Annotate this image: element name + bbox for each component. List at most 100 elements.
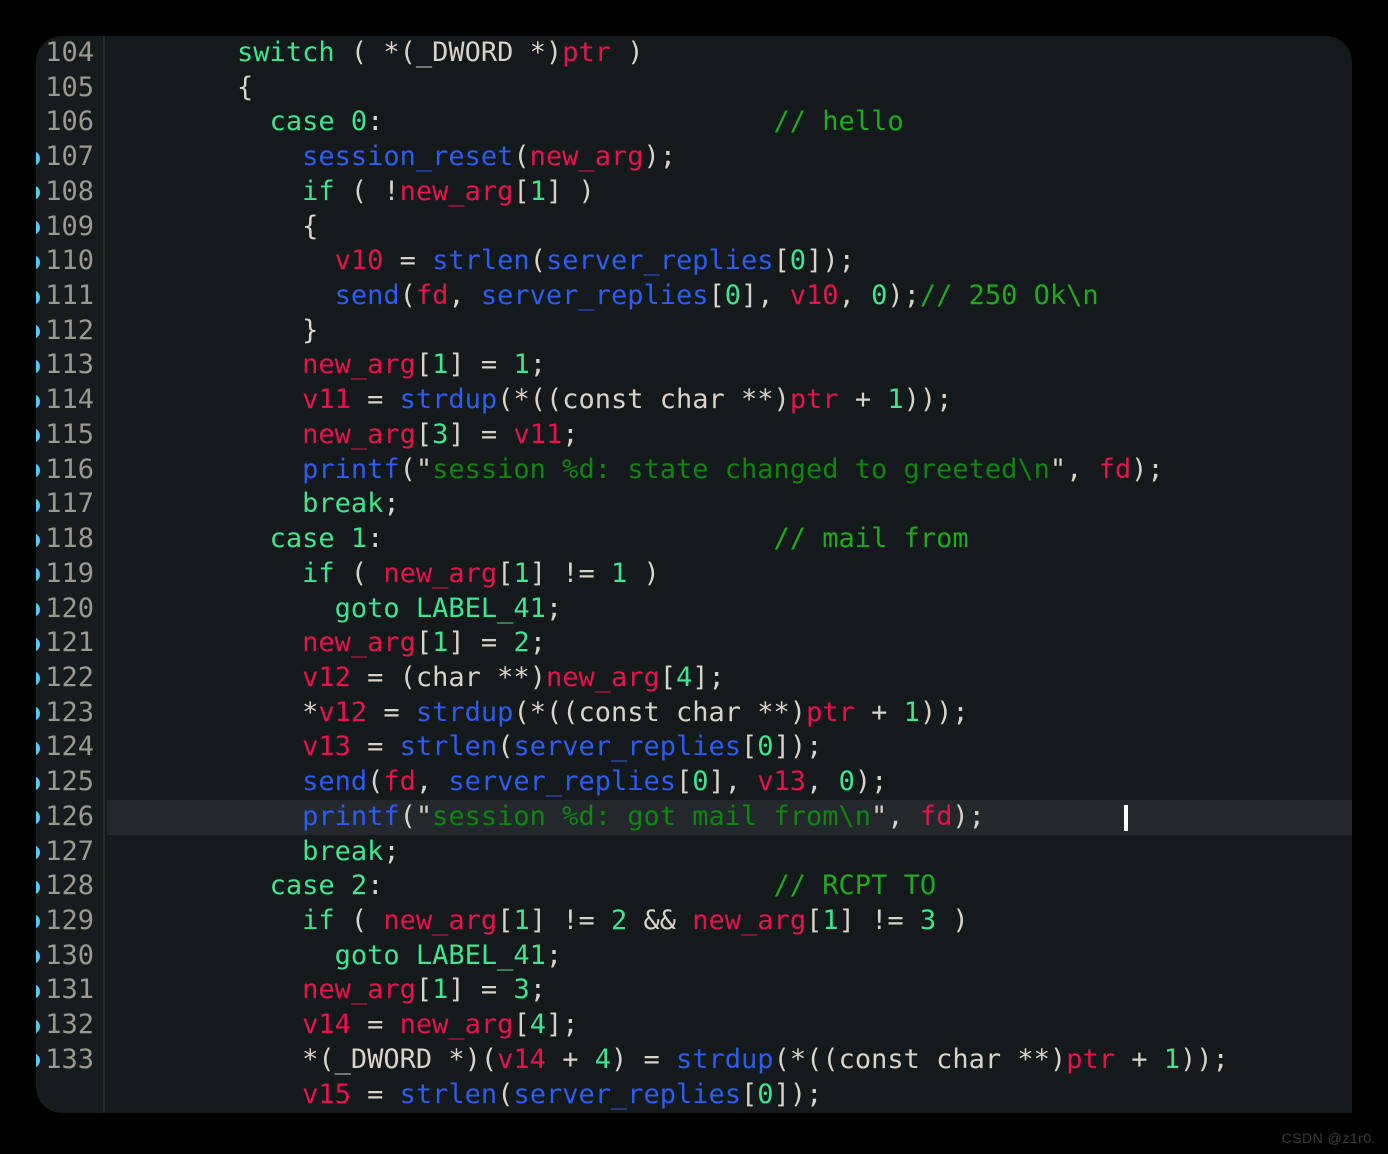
code-token-num: 0 bbox=[692, 766, 709, 798]
code-line[interactable]: session_reset(new_arg); bbox=[107, 140, 1352, 175]
gutter-row[interactable] bbox=[36, 1078, 103, 1113]
code-token-pun bbox=[107, 870, 270, 901]
gutter-row[interactable]: 106 bbox=[36, 105, 103, 140]
gutter-row[interactable]: 129 bbox=[36, 904, 103, 939]
gutter-row[interactable]: 108 bbox=[36, 175, 103, 210]
code-line[interactable]: *v12 = strdup(*((const char **)ptr + 1))… bbox=[107, 696, 1352, 731]
gutter-row[interactable]: 126 bbox=[36, 800, 103, 835]
gutter-row[interactable]: 130 bbox=[36, 939, 103, 974]
gutter-row[interactable]: 116 bbox=[36, 453, 103, 488]
code-line[interactable]: break; bbox=[107, 487, 1352, 522]
code-line[interactable]: goto LABEL_41; bbox=[107, 939, 1352, 974]
line-number: 133 bbox=[45, 1043, 94, 1075]
code-token-pun: = bbox=[383, 245, 433, 277]
gutter-row[interactable]: 128 bbox=[36, 869, 103, 904]
gutter-row[interactable]: 133 bbox=[36, 1043, 103, 1078]
code-line[interactable]: if ( new_arg[1] != 1 ) bbox=[107, 557, 1352, 592]
code-line-active[interactable]: printf("session %d: got mail from\n", fd… bbox=[107, 799, 1352, 835]
code-line[interactable]: if ( new_arg[1] != 2 && new_arg[1] != 3 … bbox=[107, 904, 1352, 939]
code-line[interactable]: goto LABEL_41; bbox=[107, 592, 1352, 627]
code-line[interactable]: { bbox=[107, 210, 1352, 245]
code-line[interactable]: case 1: // mail from bbox=[107, 522, 1352, 557]
code-content-area[interactable]: switch ( *(_DWORD *)ptr ) { case 0: // h… bbox=[107, 36, 1352, 1113]
line-number bbox=[36, 1078, 94, 1113]
code-token-var: v10 bbox=[789, 280, 839, 312]
watermark-label: CSDN @z1r0. bbox=[1281, 1130, 1376, 1146]
gutter-row[interactable]: 104 bbox=[36, 36, 103, 71]
code-line[interactable]: v11 = strdup(*((const char **)ptr + 1)); bbox=[107, 383, 1352, 418]
code-token-str: session %d: got mail from\n bbox=[432, 800, 872, 832]
code-line[interactable]: break; bbox=[107, 835, 1352, 870]
code-line[interactable]: new_arg[1] = 1; bbox=[107, 348, 1352, 383]
code-token-pun: ( bbox=[497, 1078, 514, 1110]
gutter-row[interactable]: 124 bbox=[36, 730, 103, 765]
code-line[interactable]: *(_DWORD *)(v14 + 4) = strdup(*((const c… bbox=[107, 1043, 1352, 1078]
code-editor-panel[interactable]: 104 105 106 107 108 109 110 111 112 113 114 115 116 1… bbox=[36, 36, 1352, 1113]
code-token-pun: = bbox=[350, 1009, 400, 1041]
gutter-row[interactable]: 120 bbox=[36, 592, 103, 627]
gutter-row[interactable]: 122 bbox=[36, 661, 103, 696]
code-line[interactable]: } bbox=[107, 314, 1352, 349]
line-number: 124 bbox=[45, 731, 94, 763]
code-line[interactable]: switch ( *(_DWORD *)ptr ) bbox=[107, 36, 1352, 71]
gutter-row[interactable]: 114 bbox=[36, 383, 103, 418]
gutter-row[interactable]: 119 bbox=[36, 557, 103, 592]
code-token-cmt: // hello bbox=[773, 106, 904, 138]
code-token-pun: [ bbox=[415, 349, 433, 381]
code-line[interactable]: new_arg[3] = v11; bbox=[107, 418, 1352, 453]
line-number: 123 bbox=[45, 696, 94, 728]
code-line[interactable]: if ( !new_arg[1] ) bbox=[107, 175, 1352, 210]
code-line[interactable]: case 0: // hello bbox=[107, 105, 1352, 140]
code-token-kw: if bbox=[302, 557, 335, 589]
code-token-pun: , bbox=[415, 766, 449, 798]
gutter-row[interactable]: 109 bbox=[36, 210, 103, 245]
gutter-row[interactable]: 117 bbox=[36, 487, 103, 522]
code-token-pun: && bbox=[627, 904, 693, 936]
code-token-pun bbox=[335, 106, 351, 137]
code-line[interactable]: printf("session %d: state changed to gre… bbox=[107, 453, 1352, 488]
code-token-pun: ( bbox=[513, 141, 530, 173]
code-line[interactable]: v15 = strlen(server_replies[0]); bbox=[107, 1078, 1352, 1113]
code-token-pun: [ bbox=[513, 175, 530, 207]
code-token-pun bbox=[107, 593, 335, 624]
code-token-pun: [ bbox=[415, 418, 433, 450]
code-token-pun bbox=[107, 766, 302, 797]
gutter-row[interactable]: 113 bbox=[36, 348, 103, 383]
code-line[interactable]: { bbox=[107, 71, 1352, 106]
code-line[interactable]: v13 = strlen(server_replies[0]); bbox=[107, 730, 1352, 765]
gutter-row[interactable]: 112 bbox=[36, 314, 103, 349]
code-token-pun: + bbox=[1114, 1043, 1164, 1075]
code-token-typ: const char bbox=[578, 696, 742, 728]
code-line[interactable]: v14 = new_arg[4]; bbox=[107, 1008, 1352, 1043]
code-token-pun bbox=[107, 384, 302, 415]
gutter-row[interactable]: 118 bbox=[36, 522, 103, 557]
code-line[interactable]: case 2: // RCPT TO bbox=[107, 869, 1352, 904]
gutter-row[interactable]: 115 bbox=[36, 418, 103, 453]
code-token-kw: goto bbox=[334, 592, 400, 624]
gutter-row[interactable]: 127 bbox=[36, 835, 103, 870]
gutter-row[interactable]: 107 bbox=[36, 140, 103, 175]
code-token-pun: ]); bbox=[773, 731, 823, 763]
gutter-row[interactable]: 123 bbox=[36, 696, 103, 731]
code-line[interactable]: v10 = strlen(server_replies[0]); bbox=[107, 244, 1352, 279]
code-token-num: 0 bbox=[724, 280, 742, 312]
line-number: 104 bbox=[45, 37, 94, 68]
gutter-row[interactable]: 111 bbox=[36, 279, 103, 314]
gutter-row[interactable]: 110 bbox=[36, 244, 103, 279]
code-line[interactable]: v12 = (char **)new_arg[4]; bbox=[107, 661, 1352, 696]
code-token-pun: ]; bbox=[545, 1009, 579, 1041]
line-number: 125 bbox=[45, 766, 94, 798]
code-token-num: 2 bbox=[350, 870, 368, 902]
code-line[interactable]: new_arg[1] = 2; bbox=[107, 626, 1352, 661]
gutter-row[interactable]: 131 bbox=[36, 973, 103, 1008]
code-line[interactable]: send(fd, server_replies[0], v10, 0);// 2… bbox=[107, 279, 1352, 314]
gutter-row[interactable]: 121 bbox=[36, 626, 103, 661]
gutter-row[interactable]: 125 bbox=[36, 765, 103, 800]
gutter-row[interactable]: 105 bbox=[36, 71, 103, 106]
code-token-var: new_arg bbox=[383, 557, 498, 589]
code-token-num: 1 bbox=[432, 627, 449, 659]
code-line[interactable]: send(fd, server_replies[0], v13, 0); bbox=[107, 765, 1352, 800]
gutter-row[interactable]: 132 bbox=[36, 1008, 103, 1043]
code-line[interactable]: new_arg[1] = 3; bbox=[107, 973, 1352, 1008]
line-number-gutter[interactable]: 104 105 106 107 108 109 110 111 112 113 114 115 116 1… bbox=[36, 36, 105, 1113]
